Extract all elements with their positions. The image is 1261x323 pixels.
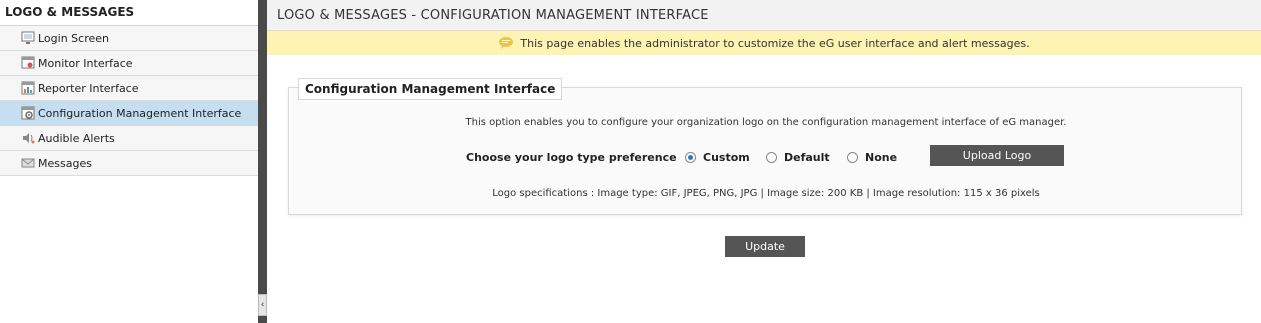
radio-custom[interactable]: Custom: [685, 151, 750, 164]
sidebar-item-configuration-management-interface[interactable]: Configuration Management Interface: [0, 101, 258, 126]
logo-specifications: Logo specifications : Image type: GIF, J…: [492, 188, 1040, 199]
sidebar-splitter[interactable]: [258, 0, 267, 323]
info-bar: This page enables the administrator to c…: [267, 31, 1261, 55]
monitor-icon: [20, 30, 36, 46]
radio-custom-label: Custom: [703, 151, 750, 164]
speech-bubble-icon: [498, 36, 514, 50]
logo-preference-row: Choose your logo type preference Custom …: [289, 145, 1243, 169]
radio-none-indicator[interactable]: [847, 152, 858, 163]
radio-none[interactable]: None: [847, 151, 897, 164]
radio-none-label: None: [865, 151, 898, 164]
sidebar-item-label: Login Screen: [38, 31, 109, 45]
speaker-icon: [20, 130, 36, 146]
reporter-chart-icon: [20, 80, 36, 96]
collapse-sidebar-button[interactable]: ‹: [258, 294, 267, 316]
sidebar-item-reporter-interface[interactable]: Reporter Interface: [0, 76, 258, 101]
sidebar-item-label: Messages: [38, 156, 92, 170]
radio-custom-indicator[interactable]: [685, 152, 696, 163]
radio-default[interactable]: Default: [766, 151, 830, 164]
main-content: LOGO & MESSAGES - CONFIGURATION MANAGEME…: [267, 0, 1261, 323]
sidebar-item-label: Monitor Interface: [38, 56, 133, 70]
panel-legend: Configuration Management Interface: [298, 78, 563, 100]
config-panel: This option enables you to configure you…: [288, 87, 1242, 215]
sidebar: LOGO & MESSAGES Login Screen Monitor Int…: [0, 0, 258, 323]
radio-default-indicator[interactable]: [766, 152, 777, 163]
page-title: LOGO & MESSAGES - CONFIGURATION MANAGEME…: [267, 0, 1261, 31]
envelope-icon: [20, 155, 36, 171]
update-button[interactable]: Update: [725, 236, 805, 257]
logo-preference-label: Choose your logo type preference: [466, 151, 677, 164]
sidebar-item-monitor-interface[interactable]: Monitor Interface: [0, 51, 258, 76]
sidebar-item-label: Reporter Interface: [38, 81, 139, 95]
upload-logo-button[interactable]: Upload Logo: [930, 145, 1064, 166]
sidebar-item-label: Configuration Management Interface: [38, 106, 242, 120]
radio-default-label: Default: [784, 151, 830, 164]
sidebar-header: LOGO & MESSAGES: [0, 0, 258, 26]
sidebar-item-label: Audible Alerts: [38, 131, 115, 145]
sidebar-item-audible-alerts[interactable]: Audible Alerts: [0, 126, 258, 151]
sidebar-item-messages[interactable]: Messages: [0, 151, 258, 176]
monitor-interface-icon: [20, 55, 36, 71]
info-text: This page enables the administrator to c…: [520, 36, 1030, 50]
config-gear-icon: [20, 105, 36, 121]
sidebar-item-login-screen[interactable]: Login Screen: [0, 26, 258, 51]
panel-description: This option enables you to configure you…: [465, 117, 1067, 128]
